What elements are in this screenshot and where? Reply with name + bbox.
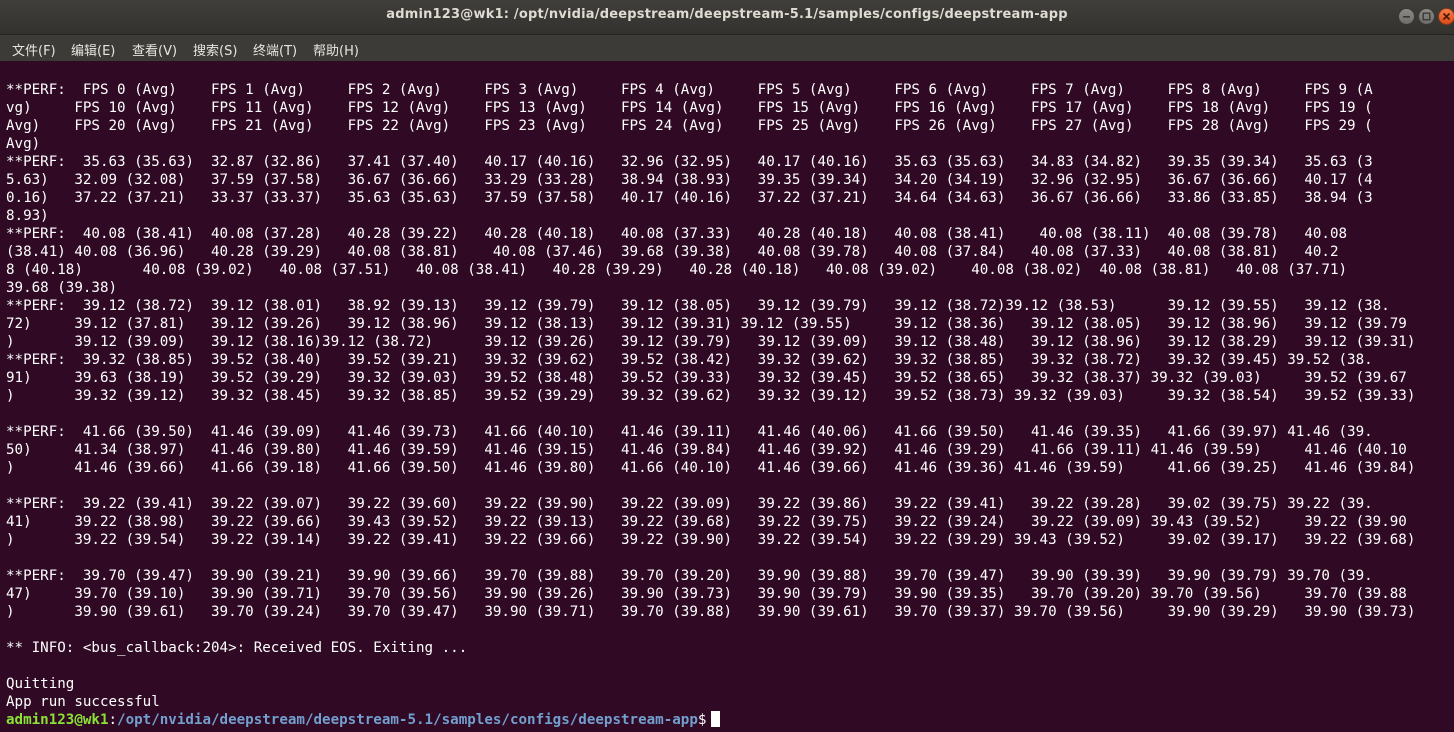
terminal-window: admin123@wk1: /opt/nvidia/deepstream/dee… (0, 0, 1454, 732)
terminal-line: 8 (40.18) 40.08 (39.02) 40.08 (37.51) 40… (6, 262, 1348, 278)
terminal-line: ) 39.12 (39.09) 39.12 (38.16)39.12 (38.7… (6, 334, 1416, 350)
text-cursor (711, 711, 721, 727)
terminal-line: Avg) (6, 136, 41, 152)
terminal-line: Quitting (6, 676, 75, 692)
menu-edit[interactable]: 编辑(E) (71, 40, 115, 59)
terminal-line: **PERF: 39.32 (38.85) 39.52 (38.40) 39.5… (6, 352, 1373, 368)
prompt-path: /opt/nvidia/deepstream/deepstream-5.1/sa… (117, 712, 698, 728)
menu-terminal[interactable]: 终端(T) (253, 40, 297, 59)
terminal-output[interactable]: **PERF: FPS 0 (Avg) FPS 1 (Avg) FPS 2 (A… (6, 81, 1454, 731)
menu-search[interactable]: 搜索(S) (193, 40, 237, 59)
terminal-line: **PERF: 41.66 (39.50) 41.46 (39.09) 41.4… (6, 424, 1373, 440)
terminal-line: vg) FPS 10 (Avg) FPS 11 (Avg) FPS 12 (Av… (6, 100, 1373, 116)
title-bar[interactable]: admin123@wk1: /opt/nvidia/deepstream/dee… (0, 0, 1454, 35)
terminal-line: 72) 39.12 (37.81) 39.12 (39.26) 39.12 (3… (6, 316, 1407, 332)
terminal-line: 50) 41.34 (38.97) 41.46 (39.80) 41.46 (3… (6, 442, 1407, 458)
minimize-button[interactable] (1398, 8, 1415, 25)
menu-bar: 文件(F) 编辑(E) 查看(V) 搜索(S) 终端(T) 帮助(H) (0, 35, 1454, 61)
minimize-icon (1403, 16, 1410, 18)
terminal-line: **PERF: 40.08 (38.41) 40.08 (37.28) 40.2… (6, 226, 1356, 242)
terminal-line: **PERF: FPS 0 (Avg) FPS 1 (Avg) FPS 2 (A… (6, 82, 1373, 98)
prompt-symbol: $ (697, 712, 707, 728)
terminal-line: (38.41) 40.08 (36.96) 40.28 (39.29) 40.0… (6, 244, 1339, 260)
menu-view[interactable]: 查看(V) (132, 40, 177, 59)
terminal-line: 39.68 (39.38) (6, 280, 118, 296)
terminal-line: 41) 39.22 (38.98) 39.22 (39.66) 39.43 (3… (6, 514, 1407, 530)
menu-help[interactable]: 帮助(H) (313, 40, 359, 59)
maximize-button[interactable] (1418, 8, 1435, 25)
terminal-line: **PERF: 39.70 (39.47) 39.90 (39.21) 39.9… (6, 568, 1373, 584)
terminal-line: ) 39.32 (39.12) 39.32 (38.45) 39.32 (38.… (6, 388, 1416, 404)
terminal-line: 8.93) (6, 208, 49, 224)
close-icon (1442, 12, 1451, 21)
terminal-line: 91) 39.63 (38.19) 39.52 (39.29) 39.32 (3… (6, 370, 1407, 386)
terminal-line: ) 39.22 (39.54) 39.22 (39.14) 39.22 (39.… (6, 532, 1416, 548)
terminal-line: 0.16) 37.22 (37.21) 33.37 (33.37) 35.63 … (6, 190, 1373, 206)
terminal-line: **PERF: 39.12 (38.72) 39.12 (38.01) 38.9… (6, 298, 1390, 314)
prompt-user-host: admin123@wk1 (6, 712, 109, 728)
terminal-line: **PERF: 39.22 (39.41) 39.22 (39.07) 39.2… (6, 496, 1373, 512)
terminal-line: 5.63) 32.09 (32.08) 37.59 (37.58) 36.67 … (6, 172, 1373, 188)
terminal-line: **PERF: 35.63 (35.63) 32.87 (32.86) 37.4… (6, 154, 1373, 170)
terminal-line: 47) 39.70 (39.10) 39.90 (39.71) 39.70 (3… (6, 586, 1407, 602)
terminal-line: Avg) FPS 20 (Avg) FPS 21 (Avg) FPS 22 (A… (6, 118, 1373, 134)
close-button[interactable] (1438, 8, 1454, 25)
window-title: admin123@wk1: /opt/nvidia/deepstream/dee… (386, 7, 1068, 22)
terminal-line: ** INFO: <bus_callback:204>: Received EO… (6, 640, 468, 656)
shell-prompt[interactable]: admin123@wk1:/opt/nvidia/deepstream/deep… (6, 711, 1454, 729)
menu-file[interactable]: 文件(F) (12, 40, 56, 59)
maximize-icon (1422, 12, 1431, 21)
terminal-line: ) 41.46 (39.66) 41.66 (39.18) 41.66 (39.… (6, 460, 1416, 476)
terminal-line: App run successful (6, 694, 160, 710)
prompt-separator: : (108, 712, 118, 728)
terminal-line: ) 39.90 (39.61) 39.70 (39.24) 39.70 (39.… (6, 604, 1416, 620)
